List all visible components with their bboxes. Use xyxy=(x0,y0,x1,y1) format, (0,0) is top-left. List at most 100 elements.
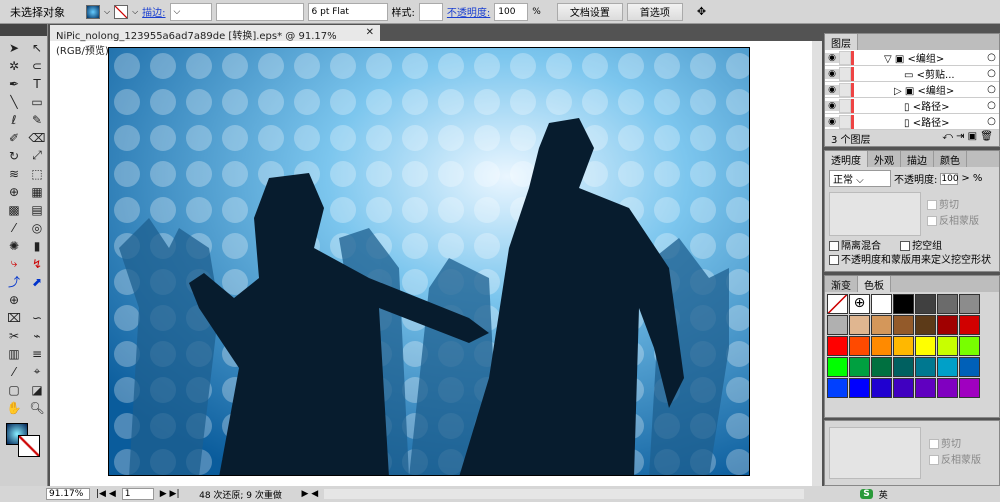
width-icon[interactable]: ⤴ xyxy=(3,273,25,290)
rotate-icon[interactable]: ↻ xyxy=(3,147,25,164)
blend-mode-select[interactable]: 正常 ⌵ xyxy=(829,170,891,187)
ime-language[interactable]: 英 xyxy=(879,488,888,501)
eye-icon[interactable]: ◉ xyxy=(825,68,839,79)
status-menu-icon[interactable]: ▶ ◀ xyxy=(302,489,319,499)
eye-icon[interactable]: ◉ xyxy=(825,84,839,95)
tab-appearance[interactable]: 外观 xyxy=(868,151,901,167)
color-swatch[interactable] xyxy=(827,315,848,335)
registration-swatch[interactable]: ⊕ xyxy=(849,294,870,314)
graph-icon[interactable]: ▮ xyxy=(26,237,48,254)
scissors-icon[interactable]: ✂ xyxy=(3,327,25,344)
color-swatch[interactable] xyxy=(937,378,958,398)
color-swatch[interactable] xyxy=(959,315,980,335)
eyedropper-icon[interactable]: ⁄ xyxy=(3,219,25,236)
warp-icon[interactable]: ≋ xyxy=(3,165,25,182)
color-swatch[interactable] xyxy=(915,315,936,335)
selection-tool-icon[interactable]: ➤ xyxy=(3,39,25,56)
variable-width-select[interactable] xyxy=(215,2,304,21)
blend-icon[interactable]: ◎ xyxy=(26,219,48,236)
free-transform-icon[interactable]: ⬚ xyxy=(26,165,48,182)
hand-icon[interactable]: ✋ xyxy=(3,399,25,416)
color-swatch[interactable] xyxy=(959,357,980,377)
isolate-blending-checkbox[interactable]: 隔离混合 xyxy=(841,241,881,252)
layer-row[interactable]: ◉ ▽ ▣ <编组> ○ xyxy=(825,50,999,66)
line-icon[interactable]: ╲ xyxy=(3,93,25,110)
color-swatch[interactable] xyxy=(893,378,914,398)
color-swatch[interactable] xyxy=(937,294,958,314)
color-swatch[interactable] xyxy=(937,336,958,356)
color-swatch[interactable] xyxy=(893,294,914,314)
color-swatch[interactable] xyxy=(959,336,980,356)
last-page-icon[interactable]: ▶ ▶| xyxy=(160,489,180,499)
opacity-mask-shape-checkbox[interactable]: 不透明度和蒙版用来定义挖空形状 xyxy=(841,255,991,266)
mesh-icon[interactable]: ▩ xyxy=(3,201,25,218)
fill-swatch[interactable] xyxy=(86,4,100,19)
gradient-icon[interactable]: ▤ xyxy=(26,201,48,218)
color-swatch[interactable] xyxy=(959,378,980,398)
tab-gradient[interactable]: 渐变 xyxy=(825,276,858,292)
tab-swatches[interactable]: 色板 xyxy=(858,276,891,292)
color-swatch[interactable] xyxy=(915,336,936,356)
clip-checkbox[interactable]: 剪切 xyxy=(941,439,961,450)
artboard2-icon[interactable]: ▢ xyxy=(3,381,25,398)
stroke-link[interactable]: 描边: xyxy=(142,4,165,19)
clip-checkbox[interactable]: 剪切 xyxy=(939,200,959,211)
stroke-weight-field[interactable]: ⌵ xyxy=(169,2,212,21)
color-swatch[interactable] xyxy=(915,357,936,377)
bar-graph-icon[interactable]: ≡ xyxy=(26,345,48,362)
preferences-button[interactable]: 首选项 xyxy=(626,2,683,21)
tab-color[interactable]: 颜色 xyxy=(934,151,967,167)
eye-icon[interactable]: ◉ xyxy=(825,116,839,127)
color-swatch[interactable] xyxy=(915,378,936,398)
color-swatch[interactable] xyxy=(937,357,958,377)
arrange-icon[interactable]: ✥ xyxy=(697,5,706,18)
perspective-icon[interactable]: ▦ xyxy=(26,183,48,200)
slice2-icon[interactable]: ◪ xyxy=(26,381,48,398)
color-swatch[interactable] xyxy=(871,336,892,356)
tab-stroke[interactable]: 描边 xyxy=(901,151,934,167)
layer-row[interactable]: ◉ ▯ <路径> ○ xyxy=(825,98,999,114)
style-select[interactable] xyxy=(418,2,443,21)
eye-icon[interactable]: ◉ xyxy=(825,100,839,111)
zoom-select[interactable]: 91.17% xyxy=(46,488,90,500)
tab-transparency[interactable]: 透明度 xyxy=(825,151,868,167)
horizontal-scrollbar[interactable] xyxy=(324,489,805,499)
document-setup-button[interactable]: 文档设置 xyxy=(556,2,623,21)
live-paint-icon[interactable]: ⬈ xyxy=(26,273,48,290)
color-swatch[interactable] xyxy=(937,315,958,335)
stroke-swatch[interactable] xyxy=(114,4,129,19)
color-swatch[interactable] xyxy=(849,315,870,335)
color-swatch[interactable] xyxy=(915,294,936,314)
fill-stroke-widget[interactable] xyxy=(4,423,43,457)
slice-icon[interactable]: ↯ xyxy=(26,255,48,272)
lasso-icon[interactable]: ⊂ xyxy=(26,57,48,74)
color-swatch[interactable] xyxy=(849,378,870,398)
page-select[interactable]: 1 xyxy=(121,488,154,500)
color-swatch[interactable] xyxy=(871,294,892,314)
color-swatch[interactable] xyxy=(871,378,892,398)
layer-row[interactable]: ◉ ▭ <剪贴... ○ xyxy=(825,66,999,82)
close-tab-icon[interactable]: ✕ xyxy=(366,27,374,39)
brush-select[interactable]: 6 pt Flat xyxy=(307,2,388,21)
symbol-sprayer-icon[interactable]: ✺ xyxy=(3,237,25,254)
color-swatch[interactable] xyxy=(871,357,892,377)
envelope-icon[interactable]: ⌧ xyxy=(3,309,25,326)
crosshair-icon[interactable]: ⊕ xyxy=(3,291,25,308)
color-swatch[interactable] xyxy=(827,357,848,377)
color-swatch[interactable] xyxy=(827,378,848,398)
eyedropper2-icon[interactable]: ⁄ xyxy=(3,363,25,380)
color-swatch[interactable] xyxy=(893,336,914,356)
pencil-icon[interactable]: ✎ xyxy=(26,111,48,128)
first-page-icon[interactable]: |◀ ◀ xyxy=(96,489,116,499)
zoom-icon[interactable]: 🔍︎ xyxy=(26,399,48,416)
color-swatch[interactable] xyxy=(893,315,914,335)
color-swatch[interactable] xyxy=(959,294,980,314)
measure-icon[interactable]: ⌖ xyxy=(26,363,48,380)
opacity-link[interactable]: 不透明度: xyxy=(447,4,490,19)
magic-wand-icon[interactable]: ✲ xyxy=(3,57,25,74)
color-swatch[interactable] xyxy=(849,357,870,377)
document-tab[interactable]: NiPic_nolong_123955a6ad7a89de [转换].eps* … xyxy=(50,25,380,57)
blob-brush-icon[interactable]: ✐ xyxy=(3,129,25,146)
layer-row[interactable]: ◉ ▯ <路径> ○ xyxy=(825,114,999,130)
pen-icon[interactable]: ✒ xyxy=(3,75,25,92)
